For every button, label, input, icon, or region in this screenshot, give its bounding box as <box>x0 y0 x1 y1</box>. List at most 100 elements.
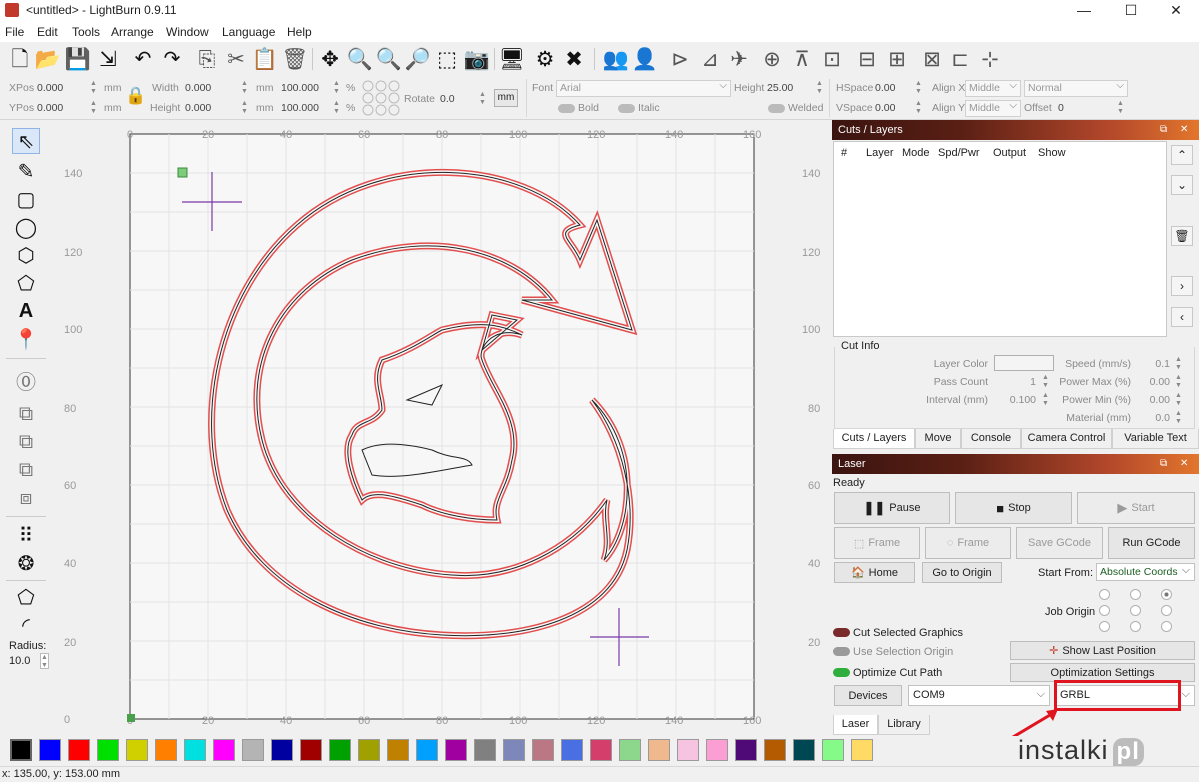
polygon-icon[interactable]: ⬡ <box>12 242 40 268</box>
tab-move[interactable]: Move <box>915 429 961 449</box>
text-height-field[interactable]: 25.00 <box>767 82 793 94</box>
select-icon[interactable]: ⇖ <box>12 128 40 154</box>
color-swatch[interactable] <box>97 739 119 761</box>
position-icon[interactable]: 📍 <box>12 326 40 352</box>
home-button[interactable]: 🏠 Home <box>834 562 915 583</box>
color-swatch[interactable] <box>126 739 148 761</box>
scale-y-spinner[interactable]: ▲ ▼ <box>332 100 341 116</box>
speed-spinner[interactable]: ▲ ▼ <box>1174 356 1183 372</box>
workspace-canvas[interactable]: 0 20 40 60 80 100 120 140 160 0 20 40 60… <box>52 120 828 736</box>
corner-icon[interactable]: ⬠ <box>12 584 40 610</box>
radius-spinner[interactable]: ▲ ▼ <box>40 653 49 669</box>
center-icon[interactable]: ⊕ <box>760 46 784 72</box>
height-spinner[interactable]: ▲ ▼ <box>240 100 249 116</box>
menu-window[interactable]: Window <box>166 25 209 39</box>
color-swatch[interactable] <box>155 739 177 761</box>
save-gcode-button[interactable]: Save GCode <box>1016 527 1103 559</box>
align-icon[interactable]: ⊼ <box>790 46 814 72</box>
boolean-union-icon[interactable]: ⧉ <box>12 429 40 455</box>
column-header[interactable]: Spd/Pwr <box>938 147 980 159</box>
tab-camera-control[interactable]: Camera Control <box>1021 429 1112 449</box>
close-panel-icon[interactable]: ✕ <box>1180 458 1188 469</box>
job-origin-radio[interactable] <box>1099 589 1110 600</box>
prev-layer-button[interactable]: ‹ <box>1171 307 1193 327</box>
menu-arrange[interactable]: Arrange <box>111 25 154 39</box>
job-origin-radio[interactable] <box>1161 605 1172 616</box>
job-origin-radio[interactable] <box>1130 621 1141 632</box>
power-max-spinner[interactable]: ▲ ▼ <box>1174 374 1183 390</box>
color-swatch[interactable] <box>242 739 264 761</box>
material-spinner[interactable]: ▲ ▼ <box>1174 410 1183 426</box>
material-field[interactable]: 0.0 <box>1136 412 1170 424</box>
align-h-icon[interactable]: ⊟ <box>855 46 879 72</box>
text-height-spinner[interactable]: ▲ ▼ <box>815 80 824 96</box>
color-swatch[interactable] <box>10 739 32 761</box>
mirror-horizontal-icon[interactable]: ⊳ <box>668 46 692 72</box>
column-header[interactable]: # <box>841 147 847 159</box>
maximize-button[interactable]: ☐ <box>1112 0 1150 22</box>
color-swatch[interactable] <box>416 739 438 761</box>
pentagon-icon[interactable]: ⬠ <box>12 270 40 296</box>
color-swatch[interactable] <box>184 739 206 761</box>
tab-library[interactable]: Library <box>878 715 930 735</box>
menu-help[interactable]: Help <box>287 25 312 39</box>
start-button[interactable]: ▶ Start <box>1077 492 1195 524</box>
offset-field[interactable]: 0 <box>1058 102 1064 114</box>
bold-toggle[interactable] <box>558 104 575 113</box>
job-origin-radio[interactable] <box>1161 621 1172 632</box>
speed-field[interactable]: 0.1 <box>1136 358 1170 370</box>
power-min-spinner[interactable]: ▲ ▼ <box>1174 392 1183 408</box>
circular-array-icon[interactable]: ❂ <box>12 550 40 576</box>
run-gcode-button[interactable]: Run GCode <box>1108 527 1195 559</box>
job-origin-radio[interactable] <box>1099 605 1110 616</box>
tools-icon[interactable]: ✖ <box>562 46 586 72</box>
start-from-select[interactable]: Absolute Coords ⌵ <box>1096 563 1195 581</box>
menu-edit[interactable]: Edit <box>37 25 58 39</box>
space-icon[interactable]: ⊠ <box>920 46 944 72</box>
tab-cuts-layers[interactable]: Cuts / Layers <box>833 429 915 449</box>
xpos-spinner[interactable]: ▲ ▼ <box>89 80 98 96</box>
offset-icon[interactable]: ⓪ <box>12 367 40 394</box>
boolean-subtract-icon[interactable]: ⧉ <box>12 457 40 483</box>
vspace-spinner[interactable]: ▲ ▼ <box>914 100 923 116</box>
color-swatch[interactable] <box>503 739 525 761</box>
send-icon[interactable]: ✈ <box>727 46 751 72</box>
open-file-icon[interactable]: 📂 <box>35 46 61 72</box>
color-swatch[interactable] <box>300 739 322 761</box>
hspace-spinner[interactable]: ▲ ▼ <box>914 80 923 96</box>
scale-y-field[interactable]: 100.000 <box>281 102 319 114</box>
save-icon[interactable]: 💾 <box>65 46 91 72</box>
frame-selection-icon[interactable]: ⬚ <box>435 46 459 72</box>
zoom-in-icon[interactable]: 🔍 <box>347 46 373 72</box>
zoom-fit-icon[interactable]: 🔎 <box>405 46 431 72</box>
tab-console[interactable]: Console <box>961 429 1021 449</box>
delete-icon[interactable]: 🗑 <box>282 46 309 72</box>
ypos-field[interactable]: 0.000 <box>37 102 63 114</box>
paste-icon[interactable]: 📋 <box>252 46 278 72</box>
move-icon[interactable]: ✥ <box>318 46 342 72</box>
scale-x-field[interactable]: 100.000 <box>281 82 319 94</box>
dock-icon[interactable]: ⊏ <box>948 46 972 72</box>
minimize-button[interactable]: — <box>1065 0 1103 22</box>
power-max-field[interactable]: 0.00 <box>1136 376 1170 388</box>
ypos-spinner[interactable]: ▲ ▼ <box>89 100 98 116</box>
color-swatch[interactable] <box>822 739 844 761</box>
color-swatch[interactable] <box>851 739 873 761</box>
new-file-icon[interactable]: 🗋 <box>8 46 32 72</box>
radius-icon[interactable]: ◜ <box>12 612 40 638</box>
next-layer-button[interactable]: › <box>1171 276 1193 296</box>
column-header[interactable]: Output <box>993 147 1026 159</box>
rotate-spinner[interactable]: ▲ ▼ <box>478 91 487 107</box>
interval-field[interactable]: 0.100 <box>994 394 1036 406</box>
power-min-field[interactable]: 0.00 <box>1136 394 1170 406</box>
welded-toggle[interactable] <box>768 104 785 113</box>
hspace-field[interactable]: 0.00 <box>875 82 895 94</box>
rectangle-icon[interactable]: ▢ <box>12 186 40 212</box>
settings-icon[interactable]: ⚙ <box>533 46 557 72</box>
color-swatch[interactable] <box>358 739 380 761</box>
redo-icon[interactable]: ↷ <box>160 46 184 72</box>
copy-icon[interactable]: ⎘ <box>195 46 219 72</box>
color-swatch[interactable] <box>474 739 496 761</box>
group-icon[interactable]: 👥 <box>603 46 629 72</box>
import-icon[interactable]: ⇲ <box>96 46 120 72</box>
